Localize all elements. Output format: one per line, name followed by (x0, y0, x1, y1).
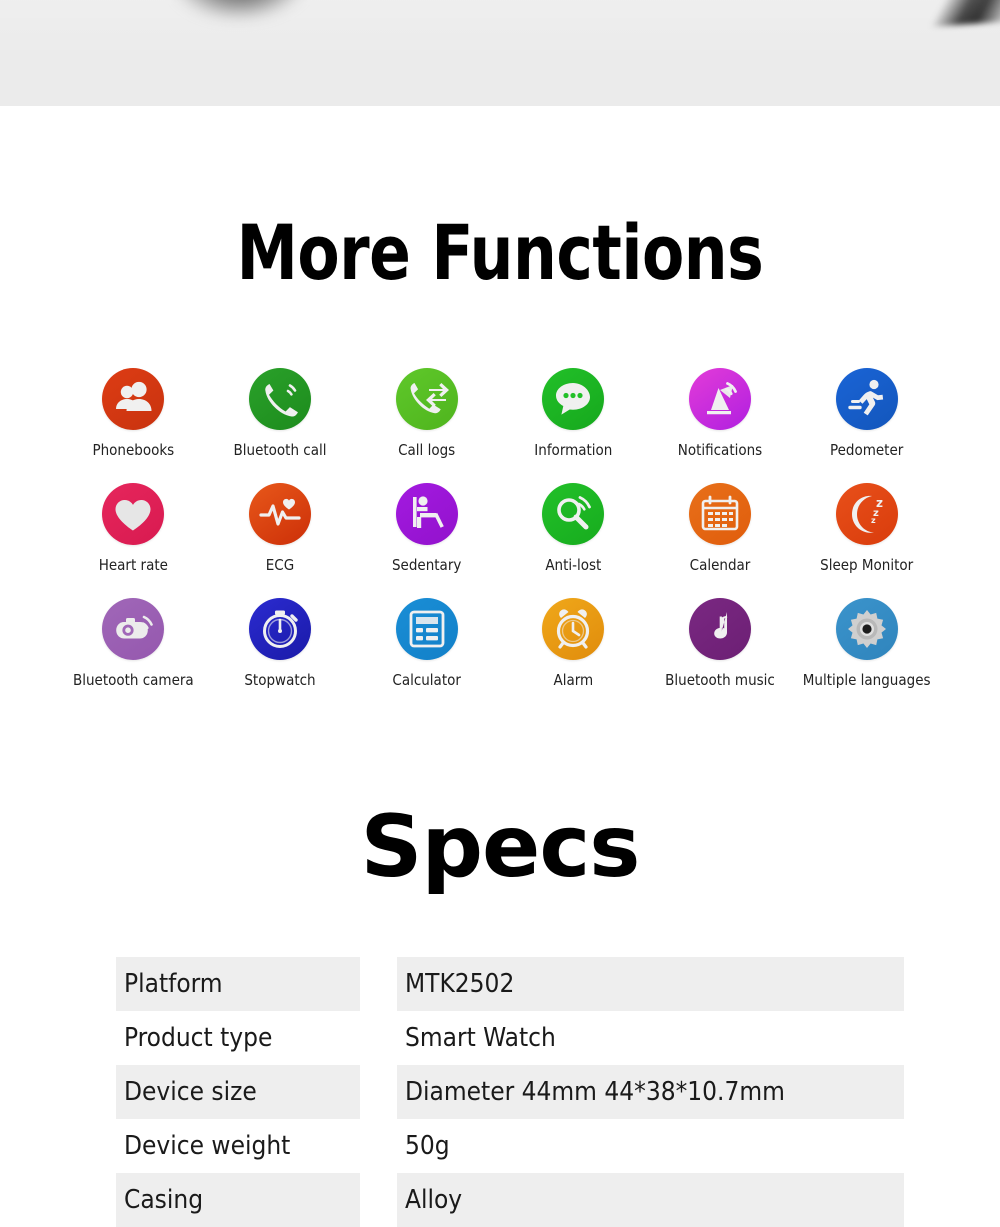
spec-row: Device weight 50g (116, 1119, 904, 1173)
spec-value: 50g (405, 1131, 450, 1161)
feature-label: Multiple languages (802, 671, 931, 689)
feature-item[interactable]: Anti-lost (500, 483, 647, 574)
feature-item[interactable]: Calendar (647, 483, 794, 574)
feature-label: Bluetooth call (233, 441, 327, 459)
feature-item[interactable]: Call logs (353, 368, 500, 459)
feature-label: Notifications (677, 441, 763, 459)
music-note-icon (688, 598, 751, 660)
feature-item[interactable]: ECG (207, 483, 354, 574)
heart-icon (102, 483, 165, 545)
spec-column-gap (360, 1173, 397, 1227)
feature-label: Calculator (392, 671, 461, 689)
feature-item[interactable]: Bluetooth camera (60, 598, 207, 689)
feature-item[interactable]: Sedentary (353, 483, 500, 574)
camera-signal-icon (102, 598, 165, 660)
feature-label: Bluetooth camera (72, 671, 194, 689)
magnifier-signal-icon (542, 483, 605, 545)
feature-label: Pedometer (830, 441, 904, 459)
ecg-waveform-icon (248, 483, 311, 545)
feature-item[interactable]: Bluetooth music (647, 598, 794, 689)
phone-call-icon (248, 368, 311, 430)
spec-key: Platform (116, 957, 360, 1011)
feature-label: Sedentary (391, 556, 462, 574)
spec-row: Product type Smart Watch (116, 1011, 904, 1065)
calendar-icon (688, 483, 751, 545)
stopwatch-icon (248, 598, 311, 660)
spec-value: Alloy (397, 1173, 904, 1227)
feature-label: Information (534, 441, 613, 459)
feature-item[interactable]: Heart rate (60, 483, 207, 574)
feature-item[interactable]: Calculator (353, 598, 500, 689)
feature-label: Calendar (689, 556, 751, 574)
banner-sheen (0, 0, 1000, 106)
more-functions-heading: More Functions (236, 208, 764, 297)
spec-column-gap (360, 1119, 397, 1173)
contacts-icon (102, 368, 165, 430)
alarm-clock-icon (542, 598, 605, 660)
feature-item[interactable]: Notifications (647, 368, 794, 459)
sitting-person-icon (395, 483, 458, 545)
satellite-dish-icon (688, 368, 751, 430)
feature-label: Call logs (398, 441, 456, 459)
call-logs-icon (395, 368, 458, 430)
feature-item[interactable]: Information (500, 368, 647, 459)
product-photo-banner (0, 0, 1000, 106)
spec-column-gap (360, 957, 397, 1011)
moon-zzz-icon: zzz (835, 483, 898, 545)
feature-label: ECG (265, 556, 295, 574)
feature-label: Sleep Monitor (820, 556, 914, 574)
spec-row: Platform MTK2502 (116, 957, 904, 1011)
feature-item[interactable]: Phonebooks (60, 368, 207, 459)
features-grid: Phonebooks Bluetooth call Call logs Informa… (60, 368, 940, 689)
spec-value: MTK2502 (397, 957, 904, 1011)
specs-table: Platform MTK2502 Product type Smart Watch De… (116, 957, 904, 1227)
spec-value: Smart Watch (405, 1023, 556, 1053)
spec-key: Device size (116, 1065, 360, 1119)
svg-text:z: z (871, 516, 876, 525)
chat-bubble-icon (542, 368, 605, 430)
gear-icon (835, 598, 898, 660)
feature-label: Heart rate (98, 556, 168, 574)
feature-item[interactable]: z z z Sleep Monitor (793, 483, 940, 574)
feature-label: Stopwatch (244, 671, 316, 689)
spec-key: Device weight (124, 1131, 291, 1161)
feature-label: Phonebooks (92, 441, 175, 459)
feature-item[interactable]: Alarm (500, 598, 647, 689)
spec-row: Casing Alloy (116, 1173, 904, 1227)
spec-column-gap (360, 1011, 397, 1065)
spec-value: Diameter 44mm 44*38*10.7mm (397, 1065, 904, 1119)
spec-key: Product type (124, 1023, 273, 1053)
feature-item[interactable]: Multiple languages (793, 598, 940, 689)
feature-item[interactable]: Stopwatch (207, 598, 354, 689)
spec-column-gap (360, 1065, 397, 1119)
calculator-icon (395, 598, 458, 660)
running-person-icon (835, 368, 898, 430)
feature-label: Anti-lost (545, 556, 602, 574)
feature-label: Alarm (553, 671, 594, 689)
feature-item[interactable]: Bluetooth call (207, 368, 354, 459)
specs-heading: Specs (360, 797, 641, 897)
feature-item[interactable]: Pedometer (793, 368, 940, 459)
feature-label: Bluetooth music (665, 671, 775, 689)
spec-row: Device size Diameter 44mm 44*38*10.7mm (116, 1065, 904, 1119)
spec-key: Casing (116, 1173, 360, 1227)
